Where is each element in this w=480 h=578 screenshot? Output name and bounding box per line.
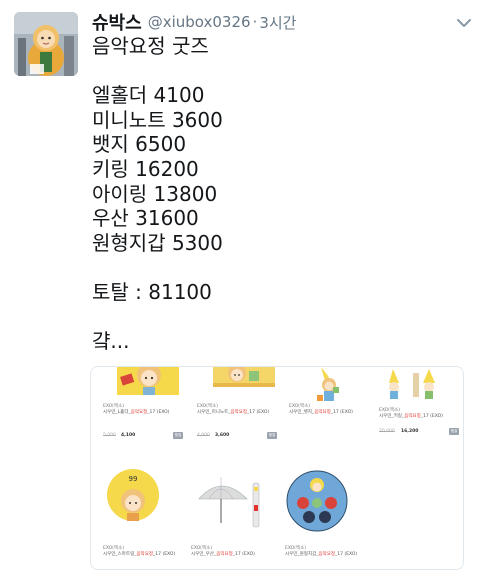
- product-thumbnail: [379, 367, 463, 403]
- tweet-line: [92, 59, 462, 84]
- tweet-line: 음악요정 굿즈: [92, 34, 209, 58]
- original-price: 5,000: [103, 433, 116, 438]
- product-card: EXO(엑소) 시우민_원형지갑_음악요정_17 (EXO): [285, 465, 371, 569]
- tweet-line: [92, 305, 462, 330]
- product-thumbnail: [103, 367, 189, 395]
- tweet-line: 뱃지 6500: [92, 132, 187, 157]
- price-row: 20,000 16,200 품절: [379, 428, 463, 437]
- tweet[interactable]: 슈박스 @xiubox0326 · 3시간 음악요정 굿즈 엘홀더 4100 미…: [0, 0, 480, 578]
- chevron-down-icon[interactable]: [456, 14, 472, 27]
- tweet-line: 키링 16200: [92, 156, 199, 181]
- product-card: EXO(엑소) 시우민_키링_음악요정_17 (EXO) 20,000 16,2…: [379, 367, 463, 467]
- tweet-header: 슈박스 @xiubox0326 · 3시간: [92, 10, 464, 34]
- tweet-line: 토탈 : 81100: [92, 279, 212, 304]
- soldout-badge: 품절: [267, 432, 277, 439]
- product-name[interactable]: 시우민_스마트링_음악요정_17 (EXO): [103, 551, 175, 557]
- soldout-badge: 품절: [449, 428, 459, 435]
- tweet-line: 엘홀더 4100: [92, 83, 205, 108]
- product-thumbnail: 99: [103, 465, 189, 545]
- tweet-line: 아이링 13800: [92, 181, 218, 206]
- product-name[interactable]: 시우민_뱃지_음악요정_17 (EXO): [289, 409, 353, 415]
- original-price: 20,000: [379, 429, 395, 434]
- product-name[interactable]: 시우민_미니노트_음악요정_17 (EXO): [197, 409, 269, 415]
- original-price: 4,000: [197, 433, 210, 438]
- product-card: EXO(엑소) 시우민_뱃지_음악요정_17 (EXO): [289, 367, 375, 467]
- tweet-line: 걐...: [92, 329, 130, 354]
- tweet-timestamp[interactable]: 3시간: [259, 12, 296, 33]
- tweet-text: 음악요정 굿즈 엘홀더 4100 미니노트 3600 뱃지 6500 키링 16…: [92, 34, 462, 354]
- soldout-badge: 품절: [173, 432, 183, 439]
- tweet-line: 미니노트 3600: [92, 107, 223, 132]
- product-thumbnail: [197, 367, 283, 389]
- sale-price: 4,100: [121, 433, 136, 438]
- tweet-line: [92, 255, 462, 280]
- sale-price: 16,200: [401, 429, 419, 434]
- product-name[interactable]: 시우민_L홀더_음악요정_17 (EXO): [103, 409, 169, 415]
- separator-dot: ·: [252, 13, 258, 31]
- price-row: 5,000 4,100 품절: [103, 432, 189, 441]
- product-card: 99 EXO(엑소) 시우민_스마트링_음악요정_17 (EXO): [103, 465, 189, 569]
- product-thumbnail: [191, 465, 277, 545]
- price-row: 4,000 3,600 품절: [197, 432, 283, 441]
- product-name[interactable]: 시우민_우산_음악요정_17 (EXO): [191, 551, 255, 557]
- svg-text:99: 99: [129, 475, 138, 483]
- product-thumbnail: [289, 367, 375, 403]
- tweet-media-image[interactable]: EXO(엑소) 시우민_L홀더_음악요정_17 (EXO) 5,000 4,10…: [90, 366, 464, 570]
- tweet-line: 원형지갑 5300: [92, 230, 223, 255]
- product-card: EXO(엑소) 시우민_L홀더_음악요정_17 (EXO) 5,000 4,10…: [103, 367, 189, 467]
- display-name[interactable]: 슈박스: [92, 9, 142, 35]
- product-name[interactable]: 시우민_키링_음악요정_17 (EXO): [379, 413, 443, 419]
- product-card: EXO(엑소) 시우민_우산_음악요정_17 (EXO): [191, 465, 277, 569]
- product-name[interactable]: 시우민_원형지갑_음악요정_17 (EXO): [285, 551, 357, 557]
- avatar[interactable]: [14, 12, 78, 76]
- user-handle[interactable]: @xiubox0326: [148, 13, 251, 31]
- product-card: EXO(엑소) 시우민_미니노트_음악요정_17 (EXO) 4,000 3,6…: [197, 367, 283, 467]
- sale-price: 3,600: [215, 433, 230, 438]
- product-thumbnail: [285, 465, 371, 545]
- tweet-line: 우산 31600: [92, 206, 199, 231]
